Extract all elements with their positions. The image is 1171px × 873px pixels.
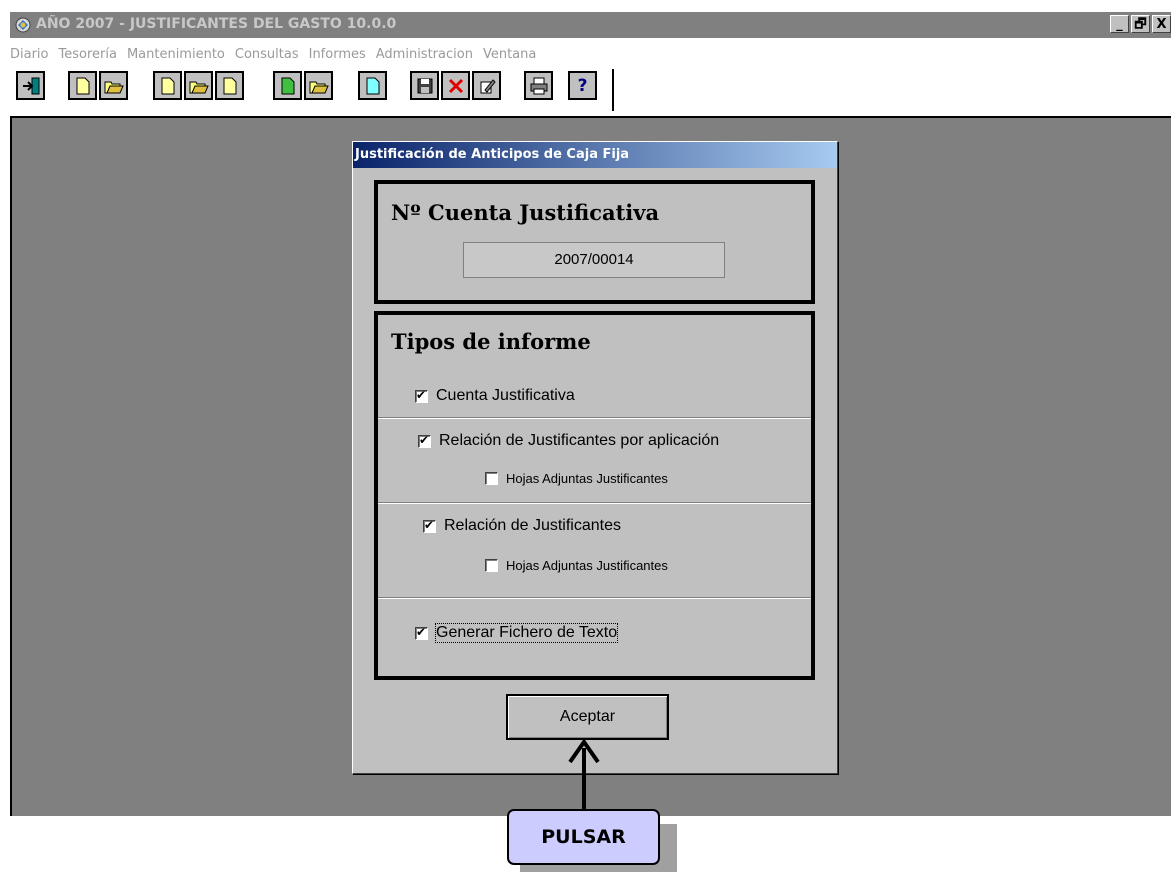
menu-administracion[interactable]: Administracion <box>376 44 473 66</box>
checkbox-label: Cuenta Justificativa <box>436 387 575 404</box>
edit-icon <box>480 78 496 93</box>
checkbox-box[interactable] <box>418 433 431 448</box>
new-button-2[interactable] <box>153 71 182 100</box>
menu-informes[interactable]: Informes <box>309 44 366 66</box>
checkbox-box[interactable] <box>415 388 428 403</box>
toolbar-group-help: ? <box>568 71 599 107</box>
minimize-button[interactable]: _ <box>1110 15 1129 33</box>
title-bar: AÑO 2007 - JUSTIFICANTES DEL GASTO 10.0.… <box>10 12 1171 38</box>
exit-icon <box>22 77 39 94</box>
account-number-field[interactable]: 2007/00014 <box>463 242 725 278</box>
checkbox-generar-fichero[interactable]: Generar Fichero de Texto <box>415 623 619 643</box>
menu-tesoreria[interactable]: Tesorería <box>59 44 117 66</box>
new-document-icon <box>223 77 236 94</box>
open-button-3[interactable] <box>304 71 333 100</box>
checkbox-box[interactable] <box>485 559 498 572</box>
arrow-up-icon <box>568 738 600 818</box>
toolbar-group-edit <box>410 71 503 107</box>
close-button[interactable]: X <box>1152 15 1171 33</box>
new-document-green-icon <box>281 77 294 94</box>
menu-consultas[interactable]: Consultas <box>235 44 299 66</box>
open-folder-icon <box>104 81 124 93</box>
checkbox-relacion-aplicacion[interactable]: Relación de Justificantes por aplicación <box>418 432 719 450</box>
open-button[interactable] <box>99 71 128 100</box>
toolbar: ? <box>10 68 1171 114</box>
delete-icon <box>448 78 463 93</box>
toolbar-group-doc4 <box>358 71 389 107</box>
delete-button[interactable] <box>441 71 470 100</box>
checkbox-label: Relación de Justificantes por aplicación <box>439 432 720 449</box>
toolbar-separator <box>612 69 614 111</box>
toolbar-group-exit <box>16 71 47 107</box>
new-button[interactable] <box>68 71 97 100</box>
checkbox-label: Relación de Justificantes <box>444 517 621 534</box>
account-group: Nº Cuenta Justificativa 2007/00014 <box>374 180 815 304</box>
new-green-button[interactable] <box>273 71 302 100</box>
checkbox-label: Generar Fichero de Texto <box>434 623 619 643</box>
checkbox-box[interactable] <box>485 472 498 485</box>
window-title: AÑO 2007 - JUSTIFICANTES DEL GASTO 10.0.… <box>36 16 397 32</box>
pulsar-callout: PULSAR <box>507 809 660 865</box>
menu-mantenimiento[interactable]: Mantenimiento <box>127 44 225 66</box>
checkbox-box[interactable] <box>415 625 428 640</box>
checkbox-box[interactable] <box>423 518 436 533</box>
menu-ventana[interactable]: Ventana <box>483 44 536 66</box>
toolbar-group-doc3 <box>273 71 335 107</box>
new-document-cyan-icon <box>366 77 379 94</box>
checkbox-hojas-adjuntas-1[interactable]: Hojas Adjuntas Justificantes <box>485 471 668 486</box>
new-cyan-button[interactable] <box>358 71 387 100</box>
checkbox-cuenta-justificativa[interactable]: Cuenta Justificativa <box>415 387 575 405</box>
open-folder-icon <box>309 81 329 93</box>
accept-button[interactable]: Aceptar <box>506 694 669 740</box>
print-button[interactable] <box>524 71 553 100</box>
account-group-title: Nº Cuenta Justificativa <box>391 200 660 225</box>
new-document-icon <box>76 77 89 94</box>
report-types-title: Tipos de informe <box>391 329 591 354</box>
new-button-3[interactable] <box>215 71 244 100</box>
dialog-title: Justificación de Anticipos de Caja Fija <box>353 142 837 168</box>
checkbox-label: Hojas Adjuntas Justificantes <box>506 558 668 573</box>
new-document-icon <box>161 77 174 94</box>
toolbar-group-doc2 <box>153 71 246 107</box>
checkbox-relacion-justificantes[interactable]: Relación de Justificantes <box>423 517 621 535</box>
divider <box>378 417 811 419</box>
edit-button[interactable] <box>472 71 501 100</box>
save-icon <box>417 78 432 93</box>
exit-button[interactable] <box>16 71 45 100</box>
divider <box>378 597 811 599</box>
menu-bar: Diario Tesorería Mantenimiento Consultas… <box>10 44 1171 66</box>
toolbar-group-file <box>68 71 130 107</box>
open-folder-icon <box>189 81 209 93</box>
help-button[interactable]: ? <box>568 71 597 100</box>
app-icon <box>15 17 31 33</box>
checkbox-hojas-adjuntas-2[interactable]: Hojas Adjuntas Justificantes <box>485 558 668 573</box>
window-controls: _ 🗗 X <box>1108 15 1171 35</box>
help-icon: ? <box>577 75 588 96</box>
report-types-group: Tipos de informe Cuenta Justificativa Re… <box>374 311 815 680</box>
toolbar-group-print <box>524 71 555 107</box>
dialog-justificacion: Justificación de Anticipos de Caja Fija … <box>352 141 838 774</box>
open-button-2[interactable] <box>184 71 213 100</box>
save-button[interactable] <box>410 71 439 100</box>
divider <box>378 502 811 504</box>
restore-button[interactable]: 🗗 <box>1131 15 1150 33</box>
menu-diario[interactable]: Diario <box>10 44 49 66</box>
checkbox-label: Hojas Adjuntas Justificantes <box>506 471 668 486</box>
print-icon <box>530 77 547 94</box>
